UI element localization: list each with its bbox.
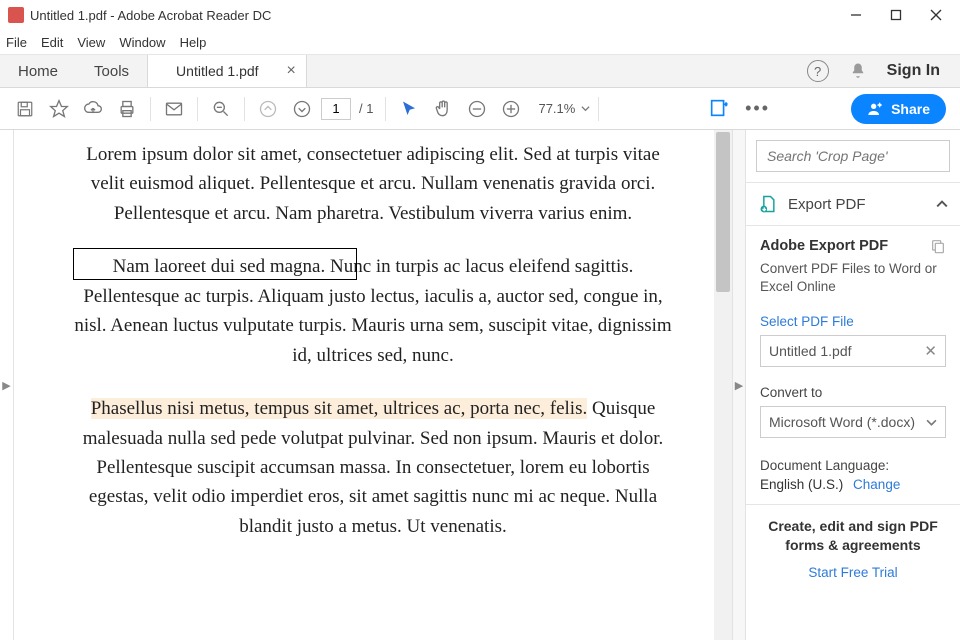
change-language-link[interactable]: Change (853, 477, 900, 492)
cloud-upload-icon[interactable] (78, 94, 108, 124)
doc-language-label: Document Language: (760, 458, 946, 473)
page-up-icon[interactable] (253, 94, 283, 124)
star-icon[interactable] (44, 94, 74, 124)
zoom-out-icon[interactable] (462, 94, 492, 124)
print-icon[interactable] (112, 94, 142, 124)
chevron-up-icon (936, 198, 948, 210)
tabstrip: Home Tools Untitled 1.pdf × ? Sign In (0, 54, 960, 88)
menubar: File Edit View Window Help (0, 30, 960, 54)
paragraph-2: Nam laoreet dui sed magna. Nunc in turpi… (73, 252, 673, 370)
zoom-dropdown[interactable]: 77.1% (530, 101, 590, 116)
tab-document[interactable]: Untitled 1.pdf × (147, 55, 307, 87)
titlebar: Untitled 1.pdf - Adobe Acrobat Reader DC (0, 0, 960, 30)
zoom-value: 77.1% (538, 101, 575, 116)
promo-text: Create, edit and sign PDF forms & agreem… (756, 517, 950, 555)
attachment-icon[interactable] (930, 238, 946, 254)
menu-edit[interactable]: Edit (41, 35, 63, 50)
menu-file[interactable]: File (6, 35, 27, 50)
doc-language-value: English (U.S.) (760, 477, 843, 492)
left-nav-pane-toggle[interactable]: ▶ (0, 130, 14, 640)
convert-to-label: Convert to (760, 385, 946, 400)
paragraph-3: Phasellus nisi metus, tempus sit amet, u… (73, 394, 673, 541)
tools-panel: Export PDF Adobe Export PDF Convert PDF … (746, 130, 960, 640)
page-number-input[interactable] (321, 98, 351, 120)
selected-file-name: Untitled 1.pdf (769, 343, 852, 359)
page-down-icon[interactable] (287, 94, 317, 124)
minimize-button[interactable] (836, 0, 876, 30)
share-person-icon (867, 101, 883, 117)
export-title: Adobe Export PDF (760, 238, 888, 254)
selection-icon[interactable] (394, 94, 424, 124)
menu-view[interactable]: View (77, 35, 105, 50)
help-icon[interactable]: ? (807, 60, 829, 82)
tab-tools[interactable]: Tools (76, 55, 147, 87)
zoom-in-icon[interactable] (496, 94, 526, 124)
tab-document-label: Untitled 1.pdf (176, 63, 259, 79)
export-pdf-header[interactable]: Export PDF (746, 182, 960, 226)
vertical-scrollbar[interactable]: ▲ (714, 130, 732, 640)
share-button[interactable]: Share (851, 94, 946, 124)
convert-format-value: Microsoft Word (*.docx) (769, 414, 915, 430)
app-icon (8, 7, 24, 23)
export-pdf-label: Export PDF (788, 196, 866, 213)
convert-format-dropdown[interactable]: Microsoft Word (*.docx) (760, 406, 946, 438)
window-title: Untitled 1.pdf - Adobe Acrobat Reader DC (30, 8, 271, 23)
page-display-icon[interactable] (708, 96, 730, 120)
toolbar: / 1 77.1% ••• Share (0, 88, 960, 130)
menu-window[interactable]: Window (119, 35, 165, 50)
tab-home[interactable]: Home (0, 55, 76, 87)
maximize-button[interactable] (876, 0, 916, 30)
pan-icon[interactable] (428, 94, 458, 124)
select-file-label: Select PDF File (760, 314, 946, 329)
tools-search-input[interactable] (756, 140, 950, 172)
email-icon[interactable] (159, 94, 189, 124)
sign-in-link[interactable]: Sign In (887, 62, 940, 80)
paragraph-1: Lorem ipsum dolor sit amet, consectetuer… (73, 140, 673, 228)
chevron-down-icon (926, 417, 937, 428)
export-subtitle: Convert PDF Files to Word or Excel Onlin… (760, 260, 946, 296)
pdf-page: Lorem ipsum dolor sit amet, consectetuer… (53, 130, 693, 640)
start-trial-link[interactable]: Start Free Trial (756, 565, 950, 580)
tab-close-icon[interactable]: × (287, 62, 296, 80)
page-total: / 1 (355, 101, 377, 116)
close-button[interactable] (916, 0, 956, 30)
paragraph-2-boxed: Nam laoreet dui sed magna. (113, 256, 326, 277)
menu-help[interactable]: Help (180, 35, 207, 50)
export-pdf-icon (758, 194, 778, 214)
selected-file-field[interactable]: Untitled 1.pdf ✕ (760, 335, 946, 367)
promo-footer: Create, edit and sign PDF forms & agreem… (746, 504, 960, 596)
main-area: ▶ Lorem ipsum dolor sit amet, consectetu… (0, 130, 960, 640)
share-label: Share (891, 101, 930, 117)
paragraph-3-highlight: Phasellus nisi metus, tempus sit amet, u… (91, 398, 588, 419)
notifications-icon[interactable] (849, 62, 867, 80)
zoom-out-find-icon[interactable] (206, 94, 236, 124)
document-view[interactable]: Lorem ipsum dolor sit amet, consectetuer… (14, 130, 732, 640)
right-pane-toggle[interactable]: ▶ (732, 130, 746, 640)
clear-file-icon[interactable]: ✕ (924, 342, 937, 360)
save-icon[interactable] (10, 94, 40, 124)
scrollbar-thumb[interactable] (716, 132, 730, 292)
more-icon[interactable]: ••• (745, 98, 770, 119)
